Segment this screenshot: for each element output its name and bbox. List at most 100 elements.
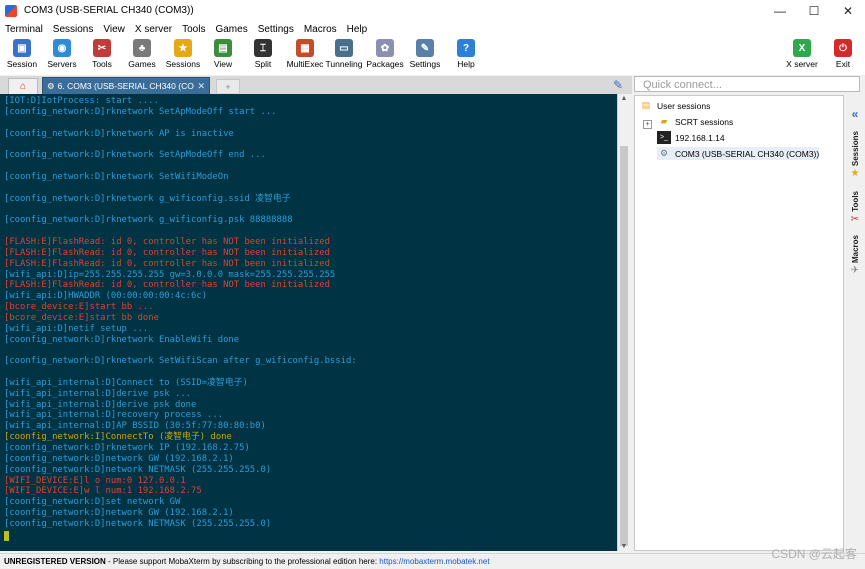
toolbar-x-server-button[interactable]: X X server — [782, 39, 822, 73]
terminal-line: [FLASH:E]FlashRead: id 0, controller has… — [4, 258, 330, 269]
terminal-line: [coonfig_network:D]rknetwork SetApModeOf… — [4, 106, 277, 117]
tab-label: 6. COM3 (USB-SERIAL CH340 (CO — [57, 81, 194, 91]
menu-sessions[interactable]: Sessions — [48, 22, 99, 37]
toolbar-servers-button[interactable]: ◉ Servers — [42, 39, 82, 73]
toolbar-multiexec-button[interactable]: ▦ MultiExec — [285, 39, 325, 73]
app-icon — [5, 5, 17, 17]
terminal-line: [WIFI_DEVICE:E]l o num:0 127.0.0.1 — [4, 475, 186, 486]
multiexec-icon: ▦ — [296, 39, 314, 57]
toolbar-session-button[interactable]: ▣ Session — [2, 39, 42, 73]
terminal-line: [coonfig_network:D]rknetwork g_wificonfi… — [4, 215, 293, 226]
toolbar-label: Servers — [47, 59, 77, 69]
tab-com3[interactable]: ⚙ 6. COM3 (USB-SERIAL CH340 (CO ✕ — [42, 77, 210, 94]
menu-macros[interactable]: Macros — [299, 22, 342, 37]
toolbar-label: Split — [254, 59, 272, 69]
menu-tools[interactable]: Tools — [177, 22, 210, 37]
toolbar-packages-button[interactable]: ✿ Packages — [365, 39, 405, 73]
home-icon: ⌂ — [19, 81, 27, 92]
quick-connect-input[interactable]: Quick connect... — [634, 76, 860, 92]
collapse-icon: « — [851, 107, 859, 121]
toolbar-label: X server — [786, 59, 818, 69]
terminal-line: [coonfig_network:D]rknetwork g_wificonfi… — [4, 193, 291, 204]
tab-close-icon[interactable]: ✕ — [197, 78, 205, 94]
toolbar-split-button[interactable]: ⌶ Split — [243, 39, 283, 73]
tree-item-user-sessions[interactable]: ▤ User sessions — [639, 99, 711, 112]
menu-bar: Terminal Sessions View X server Tools Ga… — [0, 22, 865, 37]
split-icon: ⌶ — [254, 39, 272, 57]
toolbar-label: Exit — [835, 59, 851, 69]
toolbar-exit-button[interactable]: ⏻ Exit — [823, 39, 863, 73]
terminal-line: [wifi_api_internal:D]derive psk done — [4, 399, 197, 410]
expand-icon[interactable]: + — [643, 120, 652, 129]
scroll-down-icon[interactable]: ▼ — [618, 543, 630, 550]
terminal-icon: >_ — [657, 131, 671, 144]
terminal-line: [coonfig_network:D]rknetwork SetApModeOf… — [4, 150, 266, 161]
side-tab-tools[interactable]: Tools ✂ — [847, 191, 863, 225]
new-tab-button[interactable]: + — [216, 79, 240, 93]
terminal-line: [FLASH:E]FlashRead: id 0, controller has… — [4, 236, 330, 247]
toolbar-label: Games — [128, 59, 156, 69]
star-icon: ★ — [850, 168, 860, 180]
title-bar: COM3 (USB-SERIAL CH340 (COM3)) — ☐ ✕ — [0, 0, 865, 22]
terminal-line: [IOT:D]IotProcess: start .... — [4, 96, 159, 106]
toolbar-sessions-button[interactable]: ★ Sessions — [163, 39, 203, 73]
maximize-button[interactable]: ☐ — [797, 0, 831, 22]
menu-settings[interactable]: Settings — [253, 22, 299, 37]
toolbar-help-button[interactable]: ? Help — [446, 39, 486, 73]
terminal-line: [WIFI_DEVICE:E]w l num:1 192.168.2.75 — [4, 486, 202, 497]
menu-view[interactable]: View — [98, 22, 130, 37]
toolbar-label: Session — [6, 59, 38, 69]
scroll-up-icon[interactable]: ▲ — [618, 95, 630, 102]
terminal-line: [wifi_api:D]ip=255.255.255.255 gw=3.0.0.… — [4, 269, 336, 280]
tree-item-ssh-host[interactable]: >_ 192.168.1.14 — [657, 131, 725, 144]
settings-icon: ✎ — [416, 39, 434, 57]
terminal-line: [coonfig_network:D]network NETMASK (255.… — [4, 518, 272, 529]
side-tabs: « Sessions ★ Tools ✂ Macros ✈ — [845, 95, 865, 551]
toolbar-games-button[interactable]: ♣ Games — [122, 39, 162, 73]
toolbar-tunneling-button[interactable]: ▭ Tunneling — [324, 39, 364, 73]
terminal-line: [wifi_api:D]netif setup ... — [4, 323, 149, 334]
games-icon: ♣ — [133, 39, 151, 57]
terminal-line: [FLASH:E]FlashRead: id 0, controller has… — [4, 247, 330, 258]
menu-help[interactable]: Help — [342, 22, 373, 37]
tree-item-scrt-sessions[interactable]: ▰ SCRT sessions — [657, 115, 734, 128]
toolbar-label: Packages — [366, 59, 404, 69]
terminal-line: [bcore_device:E]start bb ... — [4, 302, 154, 313]
menu-x-server[interactable]: X server — [130, 22, 177, 37]
minimize-button[interactable]: — — [763, 0, 797, 22]
toolbar-label: View — [213, 59, 233, 69]
menu-terminal[interactable]: Terminal — [0, 22, 48, 37]
scrollbar-thumb[interactable] — [620, 146, 628, 546]
tree-label: COM3 (USB-SERIAL CH340 (COM3)) — [675, 148, 820, 159]
toolbar-label: MultiExec — [286, 59, 324, 69]
terminal-line: [coonfig_network:D]rknetwork IP (192.168… — [4, 443, 250, 453]
tree-label: SCRT sessions — [675, 116, 734, 127]
close-button[interactable]: ✕ — [831, 0, 865, 22]
packages-icon: ✿ — [376, 39, 394, 57]
toolbar-settings-button[interactable]: ✎ Settings — [405, 39, 445, 73]
menu-games[interactable]: Games — [210, 22, 252, 37]
tree-label: User sessions — [657, 100, 711, 111]
exit-icon: ⏻ — [834, 39, 852, 57]
toolbar-view-button[interactable]: ▤ View — [203, 39, 243, 73]
side-tab-macros[interactable]: Macros ✈ — [847, 235, 863, 276]
terminal-line: [coonfig_network:D]rknetwork AP is inact… — [4, 128, 234, 139]
side-tab-sessions[interactable]: Sessions ★ — [847, 131, 863, 179]
terminal-line: [coonfig_network:D]rknetwork SetWifiMode… — [4, 171, 229, 182]
terminal-area[interactable]: [IOT:D]IotProcess: start .... [coonfig_ne… — [0, 94, 617, 551]
collapse-panel-button[interactable]: « — [847, 107, 863, 121]
quick-connect-icon: ✎ — [613, 78, 624, 92]
toolbar-tools-button[interactable]: ✂ Tools — [82, 39, 122, 73]
status-bar: UNREGISTERED VERSION - Please support Mo… — [0, 553, 865, 569]
tree-item-com3[interactable]: ⚙ COM3 (USB-SERIAL CH340 (COM3)) — [657, 147, 820, 160]
subscribe-link[interactable]: https://mobaxterm.mobatek.net — [379, 557, 489, 566]
tab-home[interactable]: ⌂ — [8, 78, 38, 94]
terminal-scrollbar[interactable]: ▲ ▼ — [617, 94, 630, 551]
terminal-line: [wifi_api_internal:D]AP BSSID (30:5f:77:… — [4, 421, 266, 432]
tunneling-icon: ▭ — [335, 39, 353, 57]
tree-label: 192.168.1.14 — [675, 132, 725, 143]
serial-tab-icon: ⚙ — [47, 81, 55, 91]
